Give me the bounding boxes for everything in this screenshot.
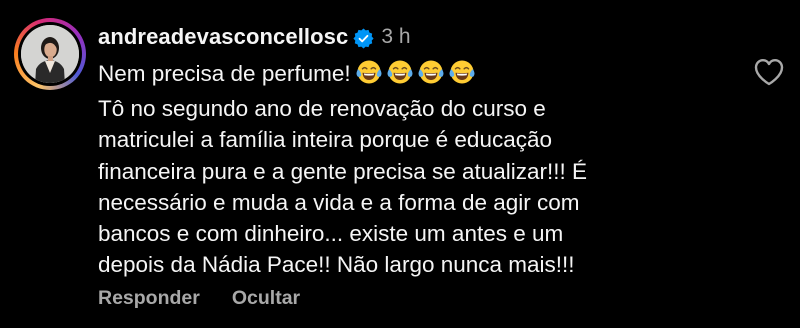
- reply-button[interactable]: Responder: [98, 287, 200, 310]
- avatar-portrait-icon: [21, 25, 79, 83]
- timestamp: 3 h: [381, 25, 411, 48]
- comment: andreadevasconcellosc 3 h Nem precisa de…: [0, 0, 800, 328]
- emoji-group: [351, 59, 475, 86]
- like-button[interactable]: [753, 57, 785, 87]
- tears-of-joy-emoji: [418, 59, 444, 85]
- avatar-story-ring[interactable]: [14, 18, 86, 90]
- comment-first-line: Nem precisa de perfume!: [98, 58, 748, 89]
- hide-button[interactable]: Ocultar: [232, 287, 300, 310]
- tears-of-joy-emoji: [356, 59, 382, 85]
- comment-body-line: Tô no segundo ano de renovação do curso …: [98, 96, 546, 122]
- comment-text: Nem precisa de perfume! Tô no segundo an…: [98, 58, 748, 280]
- username[interactable]: andreadevasconcellosc: [98, 24, 348, 50]
- verified-badge-icon: [353, 28, 374, 49]
- comment-body-line: financeira pura e a gente precisa se atu…: [98, 158, 588, 184]
- comment-header: andreadevasconcellosc 3 h: [98, 22, 411, 52]
- tears-of-joy-emoji: [449, 59, 475, 85]
- tears-of-joy-emoji: [387, 59, 413, 85]
- heart-outline-icon: [754, 59, 784, 86]
- comment-body-line: depois da Nádia Pace!! Não largo nunca m…: [98, 252, 575, 278]
- avatar-ring-gap: [18, 22, 82, 86]
- comment-first-line-text: Nem precisa de perfume!: [98, 61, 351, 86]
- comment-body-line: bancos e com dinheiro... existe um antes…: [98, 220, 564, 246]
- comment-actions: Responder Ocultar: [98, 287, 300, 310]
- comment-body-line: matriculei a família inteira porque é ed…: [98, 127, 552, 153]
- comment-body-line: necessário e muda a vida e a forma de ag…: [98, 189, 580, 215]
- avatar[interactable]: [21, 25, 79, 83]
